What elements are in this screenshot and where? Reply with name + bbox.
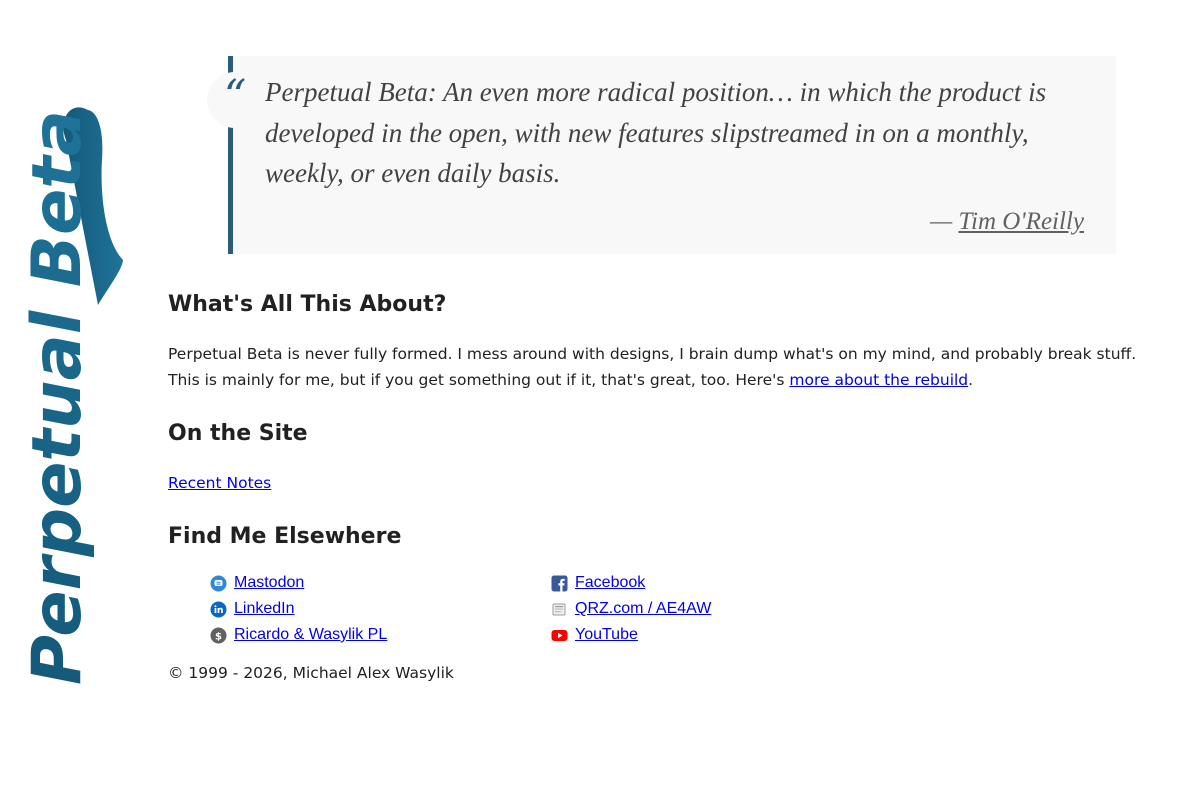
social-links-list: Mastodon Facebook LinkedIn QRZ.com / AE4… bbox=[210, 573, 1158, 646]
qrz-icon bbox=[552, 603, 566, 615]
social-item-youtube: YouTube bbox=[551, 625, 892, 646]
about-heading: What's All This About? bbox=[168, 291, 447, 317]
quote-attribution: — Tim O'Reilly bbox=[265, 208, 1084, 236]
youtube-icon bbox=[551, 629, 568, 641]
about-text: Perpetual Beta is never fully formed. I … bbox=[168, 344, 1137, 389]
main-content: “ Perpetual Beta: An even more radical p… bbox=[168, 56, 1158, 682]
copyright-text: © 1999 - 2026, Michael Alex Wasylik bbox=[168, 663, 454, 682]
about-paragraph: Perpetual Beta is never fully formed. I … bbox=[168, 341, 1158, 393]
social-item-law-firm: $ Ricardo & Wasylik PL bbox=[210, 625, 551, 646]
quote-mark-icon: “ bbox=[207, 72, 263, 128]
about-end: . bbox=[968, 370, 974, 389]
quote-author-link[interactable]: Tim O'Reilly bbox=[959, 208, 1084, 235]
logo-graphic: Perpetual Beta bbox=[18, 107, 123, 685]
social-item-qrz: QRZ.com / AE4AW bbox=[551, 599, 892, 620]
page: Perpetual Beta “ Perpetual Beta: An even… bbox=[0, 0, 1200, 800]
law-firm-link[interactable]: Ricardo & Wasylik PL bbox=[234, 626, 387, 644]
social-item-facebook: Facebook bbox=[551, 573, 892, 594]
linkedin-icon bbox=[210, 601, 227, 617]
recent-notes-link[interactable]: Recent Notes bbox=[168, 474, 271, 492]
mastodon-link[interactable]: Mastodon bbox=[234, 574, 304, 592]
quote-text: Perpetual Beta: An even more radical pos… bbox=[265, 77, 1047, 188]
facebook-link[interactable]: Facebook bbox=[575, 574, 645, 592]
facebook-icon bbox=[551, 575, 568, 591]
mastodon-icon bbox=[210, 575, 227, 591]
youtube-link[interactable]: YouTube bbox=[575, 626, 638, 644]
site-logo[interactable]: Perpetual Beta bbox=[0, 100, 135, 690]
epigraph-quote: “ Perpetual Beta: An even more radical p… bbox=[207, 56, 1116, 254]
site-links: Recent Notes bbox=[168, 470, 1158, 496]
quote-dash: — bbox=[930, 207, 959, 235]
dollar-icon: $ bbox=[210, 627, 227, 643]
elsewhere-heading: Find Me Elsewhere bbox=[168, 523, 402, 549]
rebuild-link[interactable]: more about the rebuild bbox=[789, 371, 968, 389]
linkedin-link[interactable]: LinkedIn bbox=[234, 600, 295, 618]
qrz-link[interactable]: QRZ.com / AE4AW bbox=[575, 600, 711, 618]
logo-text: Perpetual Beta bbox=[18, 110, 97, 685]
site-heading: On the Site bbox=[168, 420, 308, 446]
svg-text:$: $ bbox=[215, 631, 222, 642]
social-item-linkedin: LinkedIn bbox=[210, 599, 551, 620]
social-item-mastodon: Mastodon bbox=[210, 573, 551, 594]
